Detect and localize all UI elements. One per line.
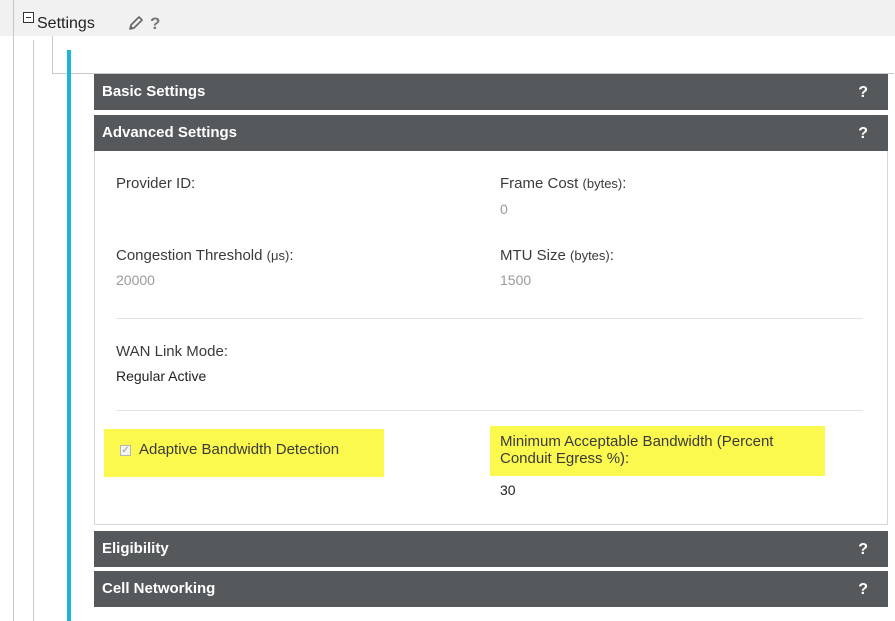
provider-id-label: Provider ID: [116,175,196,192]
section-title: Cell Networking [102,580,216,597]
divider [116,318,863,319]
min-bandwidth-label: Minimum Acceptable Bandwidth (Percent Co… [500,433,774,467]
tree-line [13,0,14,621]
section-title: Advanced Settings [102,124,238,141]
divider [116,410,863,411]
settings-title: Settings [37,15,95,32]
section-title: Basic Settings [102,83,206,100]
tree-line [33,40,34,621]
pencil-icon[interactable] [127,14,145,32]
min-bandwidth-value: 30 [500,482,516,498]
wan-link-mode-value: Regular Active [116,368,207,384]
frame-cost-label: Frame Cost (bytes): [500,175,627,192]
mtu-size-label: MTU Size (bytes): [500,247,614,264]
section-header-eligibility[interactable]: Eligibility ? [94,531,888,567]
help-icon[interactable]: ? [858,75,868,111]
collapse-icon[interactable] [23,12,34,23]
help-icon[interactable]: ? [858,532,868,568]
wan-link-mode-label: WAN Link Mode: [116,343,228,360]
adaptive-bandwidth-checkbox[interactable]: ✓ [120,445,131,456]
help-icon[interactable]: ? [150,14,160,34]
section-header-advanced-settings[interactable]: Advanced Settings ? [94,115,888,151]
section-header-basic-settings[interactable]: Basic Settings ? [94,74,888,110]
help-icon[interactable]: ? [858,116,868,152]
congestion-threshold-value: 20000 [116,272,155,288]
congestion-threshold-label: Congestion Threshold (μs): [116,247,294,264]
frame-cost-value: 0 [500,201,508,217]
help-icon[interactable]: ? [858,572,868,608]
section-title: Eligibility [102,540,169,557]
adaptive-bandwidth-label: Adaptive Bandwidth Detection [139,441,340,458]
mtu-size-value: 1500 [500,272,532,288]
tree-line [52,36,53,74]
section-header-cell-networking[interactable]: Cell Networking ? [94,571,888,607]
accent-bar [67,50,71,621]
